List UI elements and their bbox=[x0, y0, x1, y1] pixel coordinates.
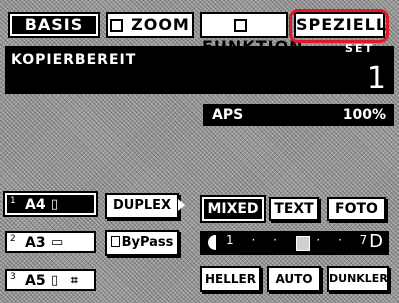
mixed-button[interactable]: MIXED bbox=[200, 195, 266, 223]
tab-label: ZOOM bbox=[131, 15, 190, 34]
set-label: SET bbox=[345, 42, 374, 55]
portrait-icon: ▯ bbox=[51, 197, 59, 212]
aps-label: APS bbox=[212, 107, 244, 123]
mixed-label: MIXED bbox=[207, 201, 259, 217]
text-label: TEXT bbox=[274, 201, 314, 217]
paper-tray-3[interactable]: 3 A5 ▯ ⌗ bbox=[5, 269, 96, 291]
arrow-right-icon bbox=[178, 199, 185, 211]
auto-button[interactable]: AUTO bbox=[267, 266, 321, 292]
tray-number: 2 bbox=[10, 234, 16, 244]
auto-label: AUTO bbox=[275, 272, 313, 286]
dark-letter: D bbox=[369, 231, 383, 252]
duplex-label: DUPLEX bbox=[112, 198, 172, 213]
light-half-icon bbox=[208, 235, 216, 250]
portrait-icon: ▯ bbox=[51, 273, 59, 288]
paper-type-icon: ⌗ bbox=[71, 273, 78, 287]
copier-screen: BASIS ZOOM FUNKTION SPEZIELL KOPIERBEREI… bbox=[0, 0, 399, 303]
function-icon bbox=[233, 19, 247, 32]
bypass-icon bbox=[110, 236, 120, 247]
paper-tray-1[interactable]: 1 A4 ▯ bbox=[3, 191, 98, 217]
bypass-button[interactable]: ByPass bbox=[105, 230, 179, 256]
aps-bar: APS 100% bbox=[203, 104, 394, 126]
text-button[interactable]: TEXT bbox=[269, 197, 319, 221]
tab-zoom[interactable]: ZOOM bbox=[106, 12, 194, 38]
photo-button[interactable]: FOTO bbox=[327, 197, 386, 221]
dunkler-button[interactable]: DUNKLER bbox=[327, 266, 389, 292]
tab-basis[interactable]: BASIS bbox=[8, 12, 100, 38]
tray-size: A4 bbox=[25, 197, 46, 213]
tray-size: A3 bbox=[25, 235, 46, 251]
density-marker[interactable] bbox=[296, 236, 310, 251]
density-slider[interactable]: 1 · · · · · 7 D bbox=[200, 231, 389, 255]
tray-number: 1 bbox=[10, 196, 16, 206]
landscape-icon: ▭ bbox=[51, 235, 64, 250]
copy-status-panel: KOPIERBEREIT SET 1 bbox=[5, 42, 394, 96]
zoom-percent: 100% bbox=[342, 107, 386, 123]
paper-tray-2[interactable]: 2 A3 ▭ bbox=[5, 231, 96, 253]
status-message: KOPIERBEREIT bbox=[11, 52, 137, 68]
tray-size: A5 bbox=[25, 273, 46, 289]
bypass-label: ByPass bbox=[121, 235, 174, 250]
tab-funktion[interactable]: FUNKTION bbox=[200, 12, 303, 56]
zoom-icon bbox=[110, 19, 124, 32]
tab-label: BASIS bbox=[24, 15, 84, 34]
heller-label: HELLER bbox=[205, 272, 256, 286]
speziell-highlight bbox=[289, 9, 389, 43]
photo-label: FOTO bbox=[335, 201, 378, 217]
copy-count: 1 bbox=[366, 61, 386, 96]
tray-number: 3 bbox=[10, 272, 16, 282]
duplex-button[interactable]: DUPLEX bbox=[105, 193, 179, 219]
heller-button[interactable]: HELLER bbox=[200, 266, 261, 292]
dunkler-label: DUNKLER bbox=[329, 272, 388, 285]
